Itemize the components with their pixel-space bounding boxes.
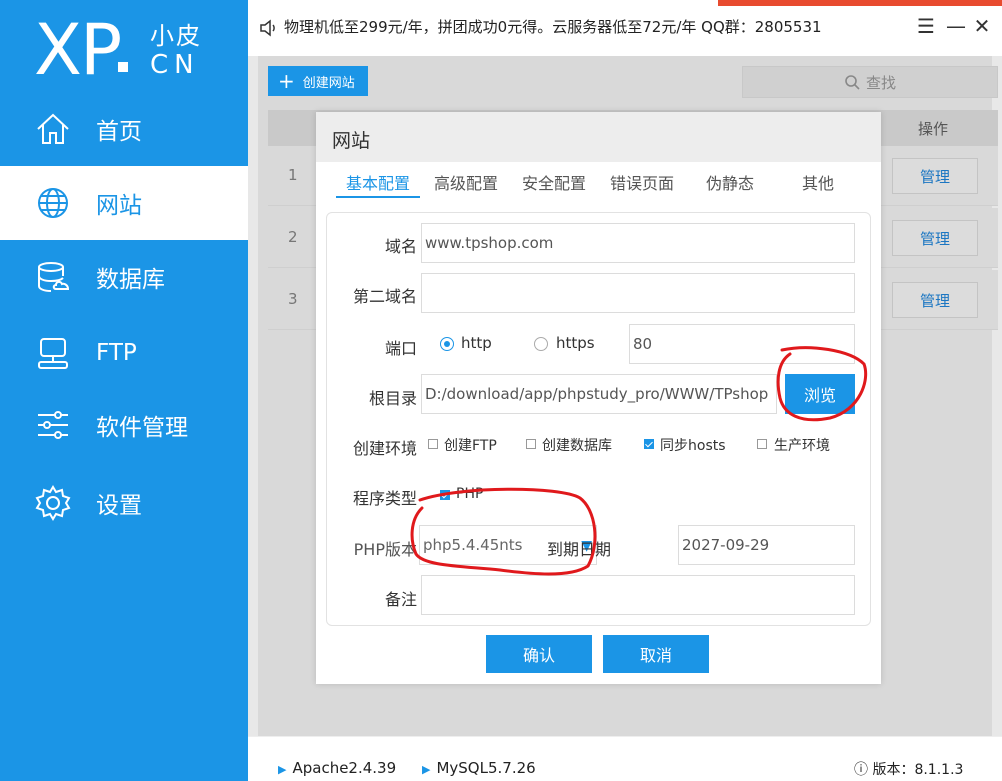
column-header-actions: 操作 bbox=[918, 120, 949, 138]
server-icon bbox=[38, 338, 68, 369]
minimize-button[interactable]: — bbox=[944, 14, 968, 38]
php-version-value: php5.4.45nts bbox=[423, 536, 523, 554]
row-number: 2 bbox=[288, 228, 298, 246]
create-db-label: 创建数据库 bbox=[542, 438, 612, 454]
create-website-button[interactable]: + 创建网站 bbox=[268, 66, 368, 96]
play-icon: ▶ bbox=[278, 763, 287, 776]
expire-date-input[interactable]: 2027-09-29 bbox=[678, 525, 855, 565]
port-input[interactable]: 80 bbox=[629, 324, 855, 364]
tab-error-pages[interactable]: 错误页面 bbox=[600, 166, 684, 198]
http-radio[interactable] bbox=[440, 337, 454, 351]
version-text: ⓘ 版本：8.1.1.3 bbox=[854, 762, 964, 778]
mysql-status[interactable]: ▶ MySQL5.7.26 bbox=[422, 759, 536, 777]
production-env-label: 生产环境 bbox=[774, 438, 830, 454]
sidebar-item-home[interactable]: 首页 bbox=[0, 92, 248, 166]
database-icon bbox=[38, 262, 70, 292]
manage-button[interactable]: 管理 bbox=[892, 158, 978, 194]
domain-input[interactable]: www.tpshop.com bbox=[421, 223, 855, 263]
dialog-header: 网站 bbox=[316, 112, 881, 162]
tab-basic[interactable]: 基本配置 bbox=[336, 166, 420, 198]
http-label: http bbox=[461, 334, 492, 352]
announcement-text[interactable]: 物理机低至299元/年，拼团成功0元得。云服务器低至72元/年 QQ群：2805… bbox=[284, 16, 822, 37]
tab-security[interactable]: 安全配置 bbox=[512, 166, 596, 198]
tab-advanced[interactable]: 高级配置 bbox=[424, 166, 508, 198]
note-input[interactable] bbox=[421, 575, 855, 615]
sidebar-item-label: 数据库 bbox=[96, 267, 165, 293]
create-db-checkbox[interactable] bbox=[526, 439, 536, 449]
create-website-label: 创建网站 bbox=[302, 75, 355, 91]
browse-button[interactable]: 浏览 bbox=[785, 374, 855, 414]
create-ftp-label: 创建FTP bbox=[444, 438, 497, 454]
root-dir-input[interactable]: D:/download/app/phpstudy_pro/WWW/TPshop bbox=[421, 374, 777, 414]
sidebar-item-label: 设置 bbox=[96, 493, 142, 519]
row-number: 1 bbox=[288, 166, 298, 184]
sidebar-item-software[interactable]: 软件管理 bbox=[0, 388, 248, 462]
logo-text: XP bbox=[34, 9, 122, 91]
tab-rewrite[interactable]: 伪静态 bbox=[688, 166, 772, 198]
expire-date-label: 到期日期 bbox=[546, 540, 611, 559]
sidebar-item-label: 软件管理 bbox=[96, 415, 188, 441]
sidebar-item-ftp[interactable]: FTP bbox=[0, 316, 248, 390]
port-label: 端口 bbox=[384, 339, 417, 358]
basic-config-panel: 域名 www.tpshop.com 第二域名 端口 http https 80 … bbox=[326, 212, 871, 626]
sidebar: XP 小皮 CN 首页 网站 数据库 FTP 软件管理 设置 bbox=[0, 0, 248, 781]
second-domain-label: 第二域名 bbox=[352, 287, 417, 306]
manage-button[interactable]: 管理 bbox=[892, 282, 978, 318]
note-label: 备注 bbox=[384, 590, 417, 609]
sync-hosts-checkbox[interactable] bbox=[644, 439, 654, 449]
sidebar-item-label: 网站 bbox=[96, 193, 142, 219]
php-checkbox[interactable] bbox=[440, 490, 450, 500]
logo-dot bbox=[118, 62, 128, 72]
mysql-label: MySQL5.7.26 bbox=[436, 759, 536, 777]
sidebar-item-label: 首页 bbox=[96, 119, 142, 145]
status-bar: ▶ Apache2.4.39 ▶ MySQL5.7.26 ⓘ 版本：8.1.1.3 bbox=[248, 736, 1002, 781]
root-dir-label: 根目录 bbox=[368, 389, 417, 408]
menu-icon[interactable]: ☰ bbox=[914, 14, 938, 38]
sidebar-item-website[interactable]: 网站 bbox=[0, 166, 248, 240]
confirm-button[interactable]: 确认 bbox=[486, 635, 592, 673]
logo-cn-top: 小皮 bbox=[150, 22, 202, 50]
sliders-icon bbox=[38, 411, 68, 439]
dialog-tabs: 基本配置 高级配置 安全配置 错误页面 伪静态 其他 bbox=[336, 166, 866, 200]
search-icon bbox=[845, 75, 860, 90]
sidebar-item-label: FTP bbox=[96, 340, 137, 366]
sidebar-item-settings[interactable]: 设置 bbox=[0, 466, 248, 540]
search-button[interactable]: 查找 bbox=[742, 66, 998, 98]
search-label: 查找 bbox=[865, 73, 896, 92]
website-dialog: 网站 基本配置 高级配置 安全配置 错误页面 伪静态 其他 域名 www.tps… bbox=[316, 112, 881, 684]
dialog-title: 网站 bbox=[332, 130, 371, 152]
program-type-label: 程序类型 bbox=[352, 489, 417, 508]
app-logo: XP 小皮 CN bbox=[0, 0, 248, 90]
sync-hosts-label: 同步hosts bbox=[660, 438, 726, 454]
close-button[interactable]: ✕ bbox=[970, 14, 994, 38]
env-label: 创建环境 bbox=[352, 439, 417, 458]
top-bar: 物理机低至299元/年，拼团成功0元得。云服务器低至72元/年 QQ群：2805… bbox=[248, 0, 1002, 56]
row-number: 3 bbox=[288, 290, 298, 308]
corner-banner bbox=[718, 0, 1002, 6]
tab-other[interactable]: 其他 bbox=[776, 166, 860, 198]
gear-icon bbox=[35, 485, 71, 521]
manage-button[interactable]: 管理 bbox=[892, 220, 978, 256]
domain-label: 域名 bbox=[384, 237, 417, 256]
php-checkbox-label: PHP bbox=[456, 486, 484, 502]
cancel-button[interactable]: 取消 bbox=[603, 635, 709, 673]
create-ftp-checkbox[interactable] bbox=[428, 439, 438, 449]
production-env-checkbox[interactable] bbox=[757, 439, 767, 449]
php-version-label: PHP版本 bbox=[353, 540, 417, 559]
logo-cn-bottom: CN bbox=[150, 50, 200, 80]
https-label: https bbox=[556, 334, 595, 352]
sidebar-item-database[interactable]: 数据库 bbox=[0, 240, 248, 314]
apache-status[interactable]: ▶ Apache2.4.39 bbox=[278, 759, 396, 777]
second-domain-input[interactable] bbox=[421, 273, 855, 313]
https-radio[interactable] bbox=[534, 337, 548, 351]
globe-icon bbox=[38, 188, 68, 218]
play-icon: ▶ bbox=[422, 763, 431, 776]
plus-icon: + bbox=[278, 69, 295, 93]
apache-label: Apache2.4.39 bbox=[292, 759, 397, 777]
speaker-icon bbox=[260, 19, 275, 37]
home-icon bbox=[37, 113, 69, 144]
